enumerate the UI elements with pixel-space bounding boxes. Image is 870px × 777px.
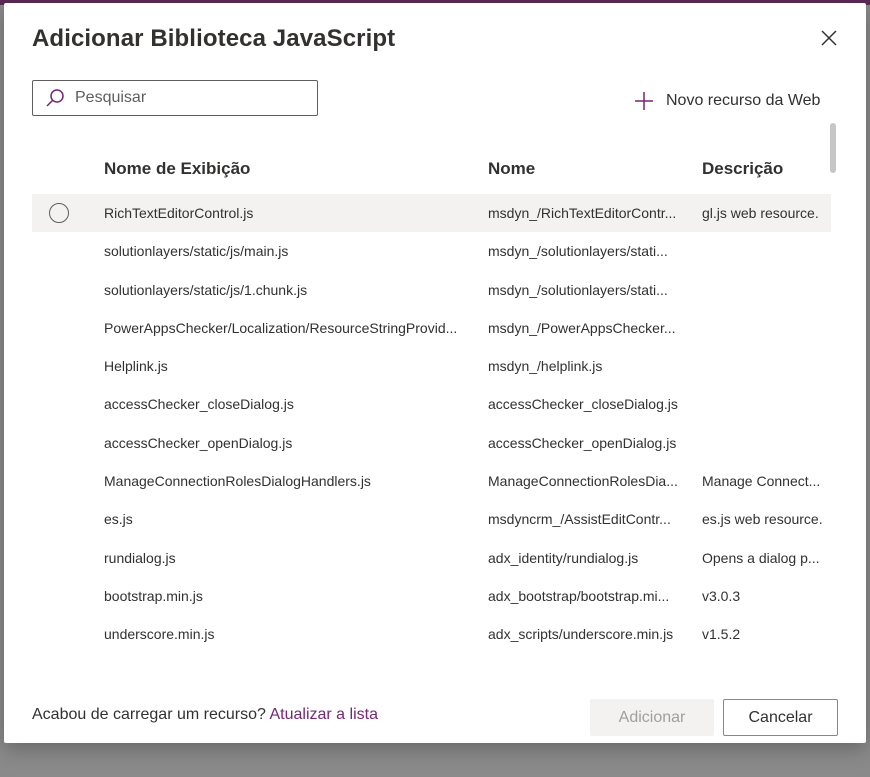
- table-row[interactable]: ManageConnectionRolesDialogHandlers.js M…: [32, 462, 831, 500]
- new-web-resource-label: Novo recurso da Web: [666, 92, 821, 109]
- refresh-list-link[interactable]: Atualizar a lista: [269, 706, 378, 723]
- cell-name: msdyn_/helplink.js: [488, 358, 603, 375]
- cell-description: [702, 385, 824, 423]
- close-button[interactable]: [816, 27, 842, 53]
- table-row[interactable]: Helplink.js msdyn_/helplink.js: [32, 347, 831, 385]
- cell-display-name: es.js: [104, 511, 133, 528]
- cell-display-name: accessChecker_openDialog.js: [104, 434, 293, 451]
- cell-display-name: Helplink.js: [104, 358, 168, 375]
- column-header-name[interactable]: Nome: [488, 159, 535, 179]
- cell-name: adx_bootstrap/bootstrap.mi...: [488, 587, 670, 604]
- cell-description: gl.js web resource.: [702, 205, 819, 221]
- column-header-display-name[interactable]: Nome de Exibição: [104, 159, 250, 179]
- cell-display-name: bootstrap.min.js: [104, 587, 203, 604]
- close-icon: [820, 29, 838, 52]
- cell-name: msdyn_/PowerAppsChecker...: [488, 319, 676, 336]
- cell-description: v3.0.3: [702, 587, 741, 604]
- dialog-title: Adicionar Biblioteca JavaScript: [32, 25, 396, 52]
- table-row[interactable]: es.js msdyncrm_/AssistEditContr... es.js…: [32, 500, 831, 538]
- cell-description: es.js web resource.: [702, 511, 823, 528]
- cell-name: msdyncrm_/AssistEditContr...: [488, 511, 671, 528]
- search-input[interactable]: [75, 89, 295, 107]
- add-button[interactable]: Adicionar: [590, 699, 714, 736]
- cell-display-name: ManageConnectionRolesDialogHandlers.js: [104, 473, 371, 490]
- cell-name: msdyn_/RichTextEditorContr...: [488, 205, 677, 221]
- cell-display-name: underscore.min.js: [104, 626, 215, 643]
- table-row[interactable]: accessChecker_closeDialog.js accessCheck…: [32, 385, 831, 423]
- cell-description: [702, 232, 824, 270]
- row-radio[interactable]: [49, 203, 69, 223]
- cell-description: Manage Connect...: [702, 473, 821, 490]
- search-icon: [45, 87, 67, 109]
- cell-description: [702, 347, 824, 385]
- cell-name: accessChecker_closeDialog.js: [488, 396, 678, 413]
- search-box[interactable]: [32, 80, 318, 116]
- table-row[interactable]: solutionlayers/static/js/main.js msdyn_/…: [32, 232, 831, 270]
- cell-display-name: RichTextEditorControl.js: [104, 205, 254, 221]
- new-web-resource-button[interactable]: Novo recurso da Web: [634, 87, 820, 115]
- cancel-button[interactable]: Cancelar: [723, 699, 838, 736]
- table-row[interactable]: rundialog.js adx_identity/rundialog.js O…: [32, 539, 831, 577]
- cell-display-name: solutionlayers/static/js/1.chunk.js: [104, 281, 308, 298]
- cell-display-name: solutionlayers/static/js/main.js: [104, 243, 289, 260]
- table-body: RichTextEditorControl.js msdyn_/RichText…: [32, 194, 831, 654]
- cell-description: v1.5.2: [702, 626, 741, 643]
- cell-display-name: rundialog.js: [104, 549, 176, 566]
- plus-icon: [634, 90, 656, 112]
- table-row[interactable]: bootstrap.min.js adx_bootstrap/bootstrap…: [32, 577, 831, 615]
- table-row[interactable]: underscore.min.js adx_scripts/underscore…: [32, 615, 831, 653]
- cell-description: [702, 424, 824, 462]
- cell-display-name: PowerAppsChecker/Localization/ResourceSt…: [104, 319, 458, 336]
- cell-name: adx_scripts/underscore.min.js: [488, 626, 674, 643]
- refresh-prompt: Acabou de carregar um recurso? Atualizar…: [32, 706, 378, 724]
- cell-name: accessChecker_openDialog.js: [488, 434, 677, 451]
- column-header-description[interactable]: Descrição: [702, 159, 783, 179]
- table-header: Nome de Exibição Nome Descrição: [32, 155, 832, 185]
- cell-name: msdyn_/solutionlayers/stati...: [488, 281, 668, 298]
- cell-description: [702, 271, 824, 309]
- cell-name: msdyn_/solutionlayers/stati...: [488, 243, 668, 260]
- cell-name: ManageConnectionRolesDia...: [488, 473, 678, 490]
- cell-description: Opens a dialog p...: [702, 549, 820, 566]
- cell-description: [702, 309, 824, 347]
- cell-name: adx_identity/rundialog.js: [488, 549, 639, 566]
- table-row[interactable]: accessChecker_openDialog.js accessChecke…: [32, 424, 831, 462]
- table-row[interactable]: PowerAppsChecker/Localization/ResourceSt…: [32, 309, 831, 347]
- table-row[interactable]: RichTextEditorControl.js msdyn_/RichText…: [32, 194, 831, 233]
- add-js-library-dialog: Adicionar Biblioteca JavaScript Novo rec…: [4, 3, 866, 743]
- cell-display-name: accessChecker_closeDialog.js: [104, 396, 294, 413]
- refresh-prompt-text: Acabou de carregar um recurso?: [32, 706, 266, 723]
- table-row[interactable]: solutionlayers/static/js/1.chunk.js msdy…: [32, 271, 831, 309]
